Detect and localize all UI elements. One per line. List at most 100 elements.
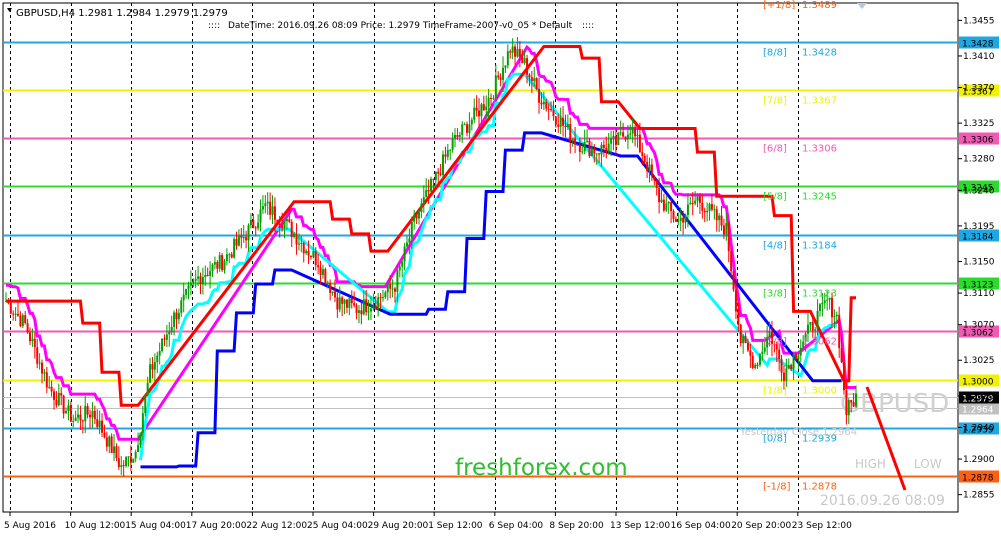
candle-body <box>48 386 51 388</box>
candle-body <box>396 270 399 292</box>
candle-body <box>739 324 742 344</box>
candle-body <box>432 178 435 181</box>
dots-right: :::: <box>582 21 594 31</box>
candle-body <box>610 138 613 144</box>
candle-body <box>216 262 219 269</box>
level-price-tag-text: 1.3184 <box>962 233 994 243</box>
candle-body <box>309 255 312 258</box>
candle-body <box>612 136 615 139</box>
candle-body <box>91 410 94 418</box>
candle-body <box>761 351 764 354</box>
candle-body <box>189 282 192 286</box>
candle-body <box>470 119 473 125</box>
candle-body <box>430 178 432 192</box>
candle-body <box>254 227 257 229</box>
candle-body <box>696 196 699 201</box>
candle-body <box>355 305 358 313</box>
candle-body <box>341 297 344 304</box>
candle-body <box>67 405 70 412</box>
candle-body <box>778 349 781 360</box>
candle-body <box>129 456 132 463</box>
candle-body <box>377 297 380 310</box>
candle-body <box>300 242 303 244</box>
x-tick-label: 5 Aug 2016 <box>4 521 56 531</box>
candle-body <box>809 322 812 325</box>
candle-body <box>33 338 36 348</box>
candle-body <box>821 302 824 305</box>
candle-body <box>518 48 521 57</box>
candle-body <box>343 299 346 304</box>
candle-body <box>576 144 579 146</box>
candle-body <box>115 446 118 459</box>
candle-body <box>374 305 377 310</box>
candle-body <box>288 219 291 222</box>
candle-body <box>564 125 567 128</box>
candle-body <box>528 74 531 78</box>
y-tick-label: 1.3455 <box>963 16 995 26</box>
candle-body <box>818 304 821 311</box>
candle-body <box>233 239 236 258</box>
candle-body <box>110 436 113 454</box>
candle-body <box>319 267 322 276</box>
x-tick-label: 6 Sep 04:00 <box>489 521 544 531</box>
candle-body <box>691 202 694 204</box>
candle-body <box>379 297 382 299</box>
candle-body <box>557 124 560 127</box>
candle-body <box>708 204 711 211</box>
candle-body <box>384 292 387 298</box>
candle-body <box>566 124 569 128</box>
candle-body <box>62 395 65 414</box>
candle-body <box>550 109 553 111</box>
level-price: 1.3123 <box>802 289 837 300</box>
x-tick-label: 17 Aug 20:00 <box>186 521 247 531</box>
candle-body <box>538 89 541 103</box>
candle-body <box>420 203 423 213</box>
price-axis: 1.3455 1.3410 1.3370 1.3325 1.3280 1.3240 1.31… <box>958 16 995 501</box>
candle-body <box>598 153 601 155</box>
candle-body <box>626 134 629 140</box>
candle-body <box>348 298 351 308</box>
candle-body <box>694 200 697 204</box>
candle-body <box>240 235 243 238</box>
candle-body <box>158 351 161 356</box>
y-tick-label: 1.2940 <box>963 423 995 433</box>
candle-body <box>141 413 144 433</box>
candle-body <box>526 58 529 75</box>
candle-body <box>17 313 20 316</box>
candle-body <box>329 282 332 293</box>
candle-body <box>221 255 224 271</box>
candle-body <box>562 117 565 126</box>
candle-body <box>398 266 401 271</box>
candle-body <box>180 300 183 313</box>
candle-body <box>478 110 481 117</box>
candle-body <box>331 291 334 293</box>
y-tick-label: 1.3370 <box>963 84 995 94</box>
candle-body <box>607 143 610 152</box>
level-price-tag-text: 1.3000 <box>962 378 994 388</box>
level-price: 1.3367 <box>802 96 837 107</box>
chart-area[interactable]: freshforex.com GBPUSD HIGH LOW 2016.09.2… <box>0 0 1001 541</box>
candle-body <box>53 391 56 400</box>
level-label: [-1/8] <box>763 482 791 493</box>
candle-body <box>643 155 646 162</box>
candle-body <box>305 250 308 254</box>
candle-body <box>540 102 543 105</box>
level-price: 1.3245 <box>802 192 837 203</box>
candle-body <box>629 133 632 135</box>
candle-body <box>650 164 653 177</box>
candle-body <box>247 225 250 241</box>
candle-body <box>638 134 641 153</box>
candle-body <box>264 203 267 207</box>
level-label: [7/8] <box>763 96 787 107</box>
candle-body <box>732 271 735 290</box>
candle-body <box>103 432 106 438</box>
candle-body <box>257 222 260 229</box>
candle-body <box>252 219 255 228</box>
candle-body <box>624 136 627 140</box>
symbol-info: GBPUSD,H4 1.2981 1.2984 1.2979 1.2979 <box>16 8 228 19</box>
candle-body <box>79 414 82 421</box>
candle-body <box>670 202 673 212</box>
indicator-info: DateTime: 2016.09.26 08:09 Price: 1.2979… <box>228 21 573 31</box>
candle-body <box>50 386 53 392</box>
candle-body <box>581 151 584 153</box>
